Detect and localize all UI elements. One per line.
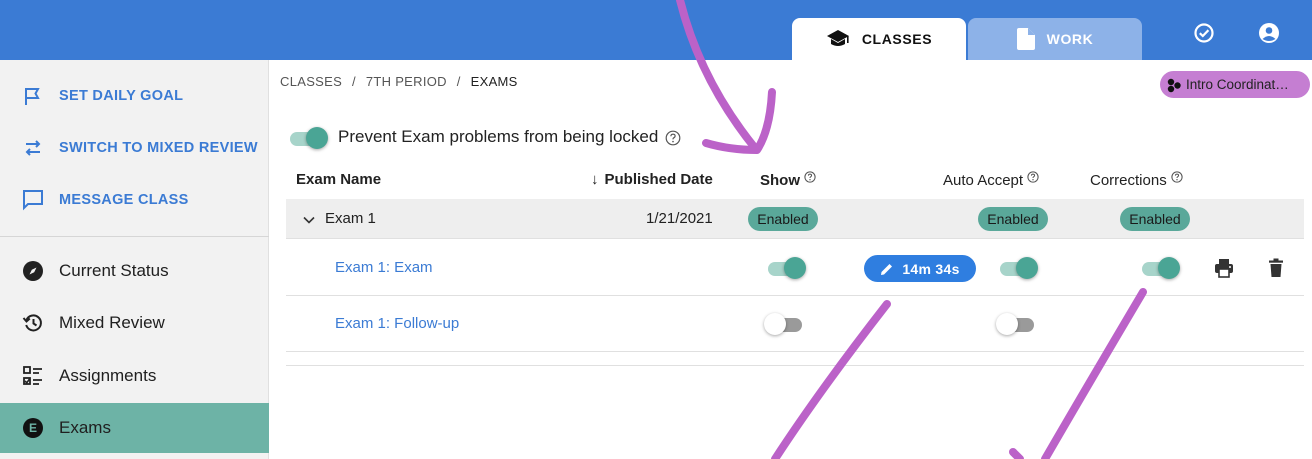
show-toggle[interactable] xyxy=(764,313,804,335)
print-icon[interactable] xyxy=(1213,257,1235,279)
svg-text:E: E xyxy=(29,421,37,435)
switch-to-mixed-review-label: SWITCH TO MIXED REVIEW xyxy=(59,140,258,156)
prevent-lock-toggle[interactable] xyxy=(288,127,328,149)
sidebar-item-label: Mixed Review xyxy=(59,313,165,332)
col-exam-name[interactable]: Exam Name xyxy=(296,171,381,188)
chevron-down-icon[interactable] xyxy=(302,213,316,227)
auto-accept-status-badge: Enabled xyxy=(978,207,1048,231)
switch-to-mixed-review-button[interactable]: SWITCH TO MIXED REVIEW xyxy=(0,128,269,168)
breadcrumb-separator: / xyxy=(456,74,461,89)
tab-work-label: WORK xyxy=(1046,31,1094,47)
help-icon[interactable] xyxy=(1171,171,1183,183)
course-chip[interactable]: Intro Coordinat… xyxy=(1160,71,1310,98)
sidebar-item-label: Exams xyxy=(59,418,111,437)
history-icon xyxy=(22,312,44,334)
table-bottom-border xyxy=(286,365,1304,366)
toggle-knob xyxy=(1158,257,1180,279)
col-show[interactable]: Show xyxy=(760,171,816,189)
flag-icon xyxy=(22,85,44,107)
corrections-toggle[interactable] xyxy=(1140,257,1180,279)
exam-icon: E xyxy=(22,417,44,439)
sidebar: SET DAILY GOAL SWITCH TO MIXED REVIEW ME… xyxy=(0,60,269,459)
breadcrumb-item[interactable]: 7TH PERIOD xyxy=(366,74,447,89)
col-auto-accept[interactable]: Auto Accept xyxy=(943,171,1039,189)
prevent-lock-label: Prevent Exam problems from being locked xyxy=(338,127,659,146)
help-icon[interactable] xyxy=(1027,171,1039,183)
toggle-knob xyxy=(996,313,1018,335)
dots-icon xyxy=(1167,78,1181,92)
sidebar-item-assignments[interactable]: Assignments xyxy=(0,351,269,401)
tab-classes-label: CLASSES xyxy=(861,31,933,47)
toggle-knob xyxy=(764,313,786,335)
message-icon xyxy=(22,189,44,211)
sidebar-divider xyxy=(0,236,269,237)
exam-link[interactable]: Exam 1: Follow-up xyxy=(335,315,459,332)
checklist-icon xyxy=(22,365,44,387)
show-toggle[interactable] xyxy=(766,257,806,279)
sidebar-item-current-status[interactable]: Current Status xyxy=(0,246,269,296)
breadcrumb-item[interactable]: CLASSES xyxy=(280,74,342,89)
prevent-lock-setting: Prevent Exam problems from being locked xyxy=(338,127,681,147)
sidebar-item-mixed-review[interactable]: Mixed Review xyxy=(0,298,269,348)
col-published-date-label: Published Date xyxy=(604,171,713,188)
time-limit-label: 14m 34s xyxy=(902,260,960,277)
sort-arrow-icon: ↓ xyxy=(591,171,599,188)
col-corrections-label: Corrections xyxy=(1090,172,1167,189)
toggle-knob xyxy=(1016,257,1038,279)
check-circle-icon[interactable] xyxy=(1193,22,1215,44)
message-class-button[interactable]: MESSAGE CLASS xyxy=(0,180,269,220)
breadcrumb-item-current: EXAMS xyxy=(470,74,518,89)
message-class-label: MESSAGE CLASS xyxy=(59,192,189,208)
tab-work[interactable]: WORK xyxy=(968,18,1142,60)
col-published-date[interactable]: ↓ Published Date xyxy=(591,171,713,188)
exam-group-row[interactable]: Exam 1 1/21/2021 Enabled Enabled Enabled xyxy=(286,199,1304,239)
account-icon[interactable] xyxy=(1258,22,1280,44)
course-chip-label: Intro Coordinat… xyxy=(1186,77,1289,92)
exam-link[interactable]: Exam 1: Exam xyxy=(335,259,433,276)
exam-group-name: Exam 1 xyxy=(325,210,376,227)
graduation-cap-icon xyxy=(826,30,849,46)
set-daily-goal-label: SET DAILY GOAL xyxy=(59,88,184,104)
help-icon[interactable] xyxy=(665,130,681,146)
col-show-label: Show xyxy=(760,172,800,189)
auto-accept-toggle[interactable] xyxy=(996,313,1036,335)
help-icon[interactable] xyxy=(804,171,816,183)
col-corrections[interactable]: Corrections xyxy=(1090,171,1183,189)
set-daily-goal-button[interactable]: SET DAILY GOAL xyxy=(0,76,269,116)
sidebar-item-exams[interactable]: E Exams xyxy=(0,403,269,453)
auto-accept-toggle[interactable] xyxy=(998,257,1038,279)
annotation-arrow-tip xyxy=(1009,448,1024,459)
annotation-arrow-head xyxy=(702,88,776,154)
pencil-icon xyxy=(881,263,893,275)
tab-classes[interactable]: CLASSES xyxy=(792,18,966,60)
col-auto-accept-label: Auto Accept xyxy=(943,172,1024,189)
breadcrumb: CLASSES / 7TH PERIOD / EXAMS xyxy=(280,74,518,89)
document-icon xyxy=(1016,28,1035,50)
sidebar-item-label: Current Status xyxy=(59,261,169,280)
exam-group-date: 1/21/2021 xyxy=(646,210,713,227)
compass-icon xyxy=(22,260,44,282)
toggle-knob xyxy=(306,127,328,149)
toggle-knob xyxy=(784,257,806,279)
top-app-bar: CLASSES WORK xyxy=(0,0,1312,60)
breadcrumb-separator: / xyxy=(352,74,356,89)
show-status-badge: Enabled xyxy=(748,207,818,231)
delete-icon[interactable] xyxy=(1265,257,1287,279)
time-limit-button[interactable]: 14m 34s xyxy=(864,255,976,282)
corrections-status-badge: Enabled xyxy=(1120,207,1190,231)
swap-icon xyxy=(22,137,44,159)
sidebar-item-label: Assignments xyxy=(59,366,157,385)
